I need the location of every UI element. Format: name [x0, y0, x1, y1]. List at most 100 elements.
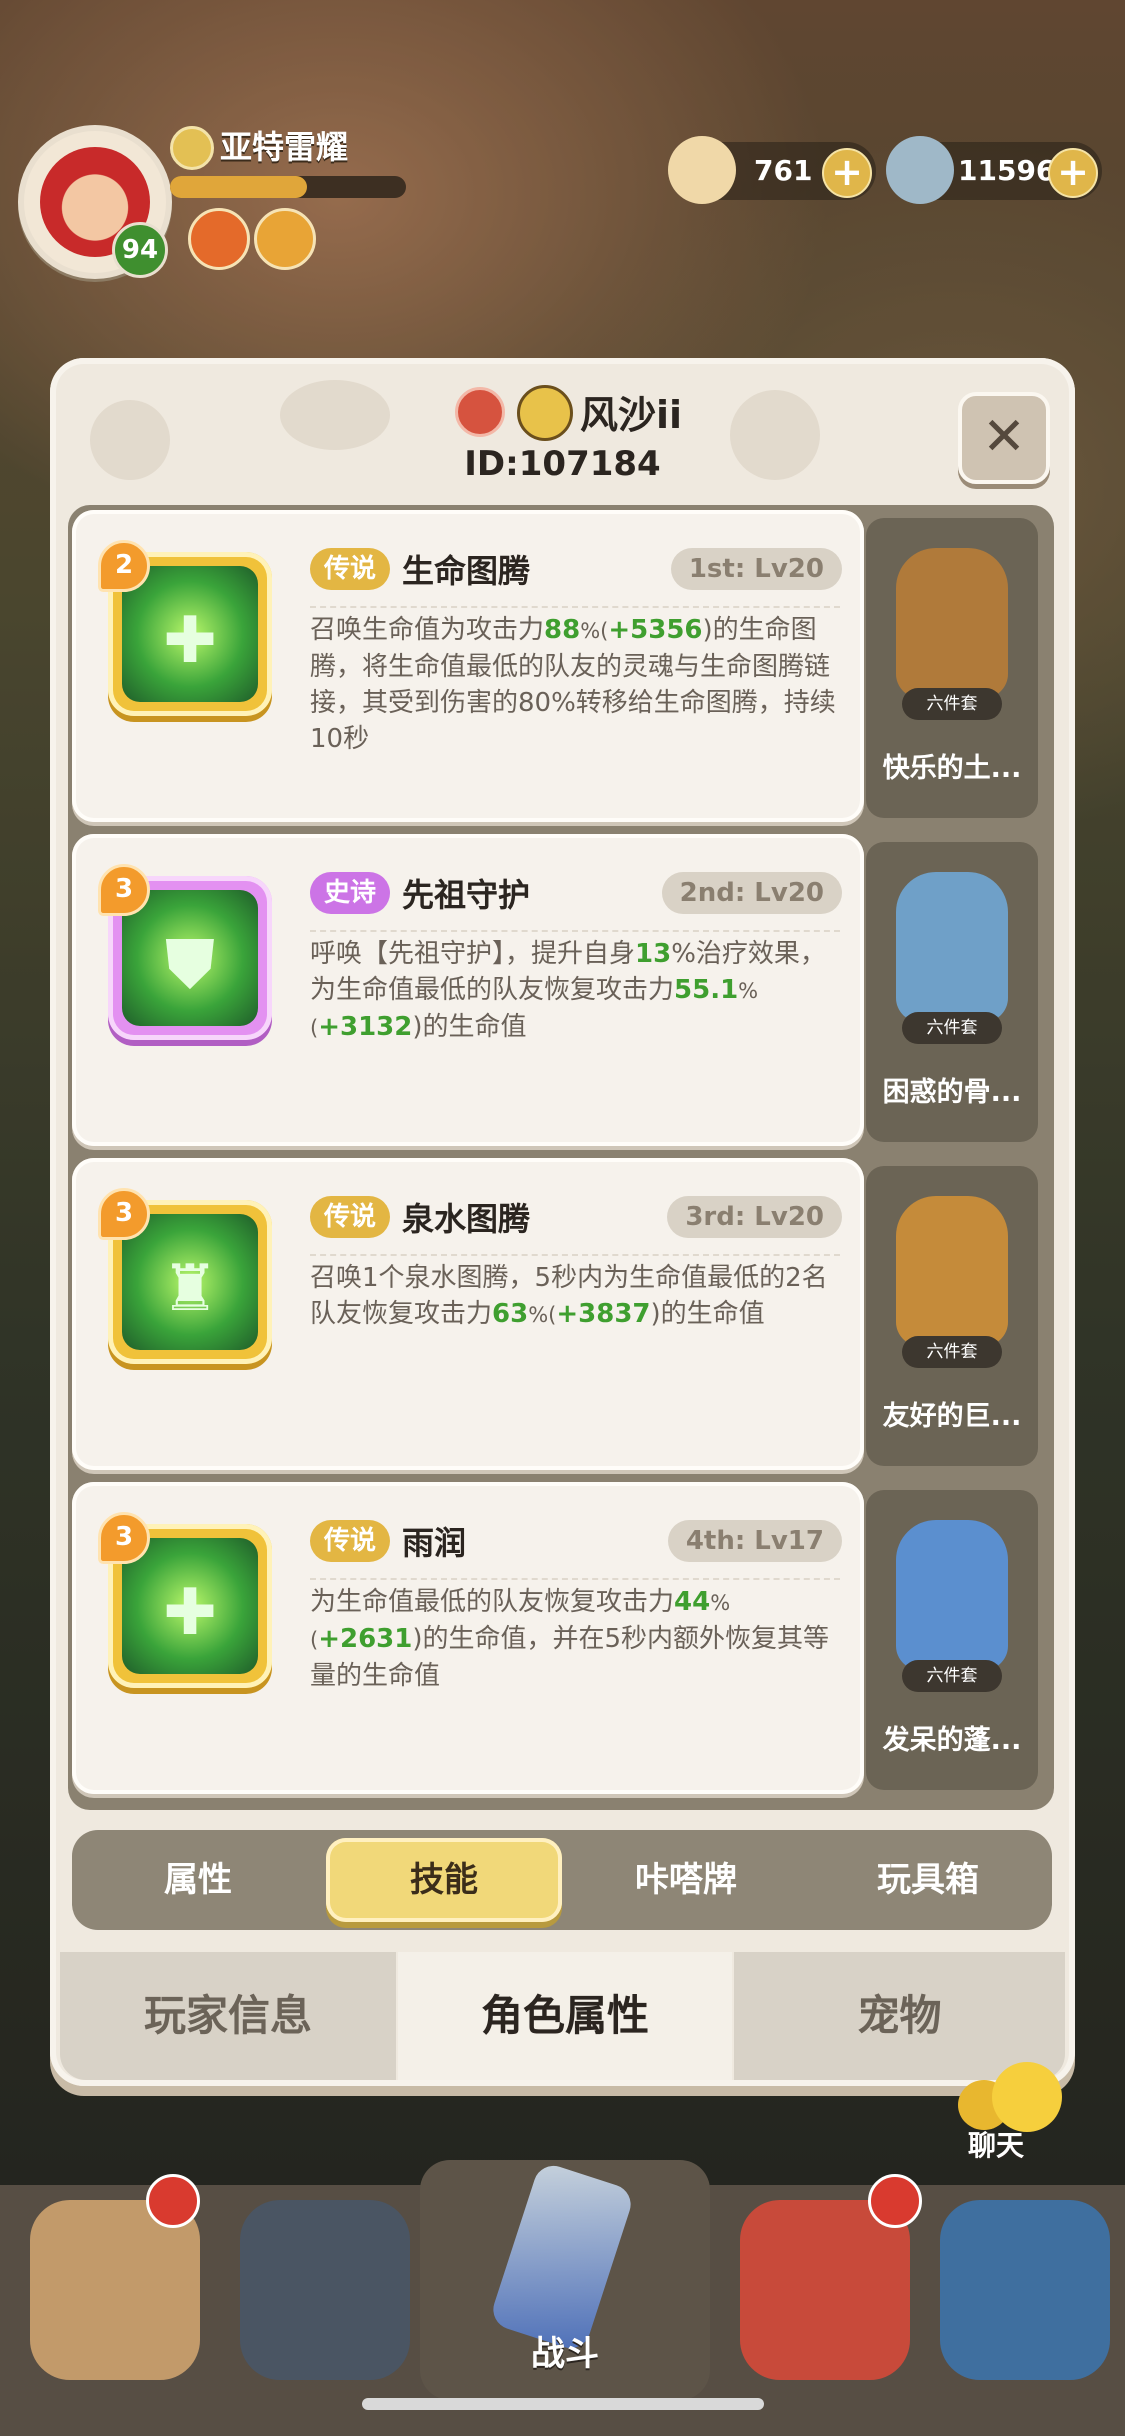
skill-description: 呼唤【先祖守护】，提升自身13%治疗效果，为生命值最低的队友恢复攻击力55.1%… [310, 930, 840, 1046]
panel-decoration [280, 380, 390, 450]
add-gems-button[interactable]: + [1048, 148, 1098, 198]
companion-set-badge: 六件套 [902, 1660, 1002, 1692]
notification-dot [146, 2174, 200, 2228]
companion-name: 友好的巨... [882, 1401, 1022, 1432]
skill-star-badge: 3 [98, 1512, 150, 1564]
skill-name: 泉水图腾 [402, 1200, 531, 1238]
skill-description-segment: %( [528, 1303, 557, 1327]
skill-description-segment: 为生命值最低的队友恢复攻击力 [310, 1587, 675, 1617]
rarity-tag: 传说 [310, 548, 391, 590]
coin-shell-icon [668, 136, 736, 204]
skill-card[interactable]: ✚ 3 传说 雨润 4th: Lv17 为生命值最低的队友恢复攻击力44%(+2631)的… [72, 1482, 864, 1794]
resource-gems: 115960 + [886, 136, 1102, 204]
title-icon [170, 126, 214, 170]
notification-dot [868, 2174, 922, 2228]
resource-coins: 761 + [668, 136, 876, 204]
add-coins-button[interactable]: + [822, 148, 872, 198]
skill-description-segment: +3132 [318, 1012, 413, 1042]
nav-character-3[interactable] [740, 2200, 910, 2380]
player-level-badge: 94 [112, 222, 168, 278]
skill-star-badge: 2 [98, 540, 150, 592]
skill-description-segment: %( [580, 619, 609, 643]
chat-face-icon [992, 2062, 1062, 2132]
resource-coins-value: 761 [754, 154, 813, 187]
skill-star-badge: 3 [98, 1188, 150, 1240]
skill-card[interactable]: ⛊ 3 史诗 先祖守护 2nd: Lv20 呼唤【先祖守护】，提升自身13%治疗效果，为生… [72, 834, 864, 1146]
skill-art: ♜ [122, 1214, 258, 1350]
companion-name: 困惑的骨... [882, 1077, 1022, 1108]
xp-bar [170, 176, 406, 198]
tab-cards[interactable]: 咔嗒牌 [568, 1838, 804, 1922]
companion-set-badge: 六件套 [902, 1336, 1002, 1368]
skill-description-segment: +3837 [556, 1299, 651, 1329]
skill-slot-level: 3rd: Lv20 [667, 1196, 842, 1238]
skill-star-badge: 3 [98, 864, 150, 916]
skill-description-segment: +2631 [318, 1624, 413, 1654]
chat-label: 聊天 [968, 2129, 1025, 2162]
companion-figure-icon [896, 1520, 1008, 1670]
tab-player-info[interactable]: 玩家信息 [60, 1952, 396, 2080]
companion-figure-icon [896, 872, 1008, 1022]
buff-icon[interactable] [254, 208, 316, 270]
skill-description-segment: 63 [492, 1299, 529, 1329]
player-name: 亚特雷耀 [220, 128, 349, 166]
sword-icon [488, 2160, 636, 2354]
buff-icon[interactable] [188, 208, 250, 270]
tab-attributes[interactable]: 属性 [80, 1838, 316, 1922]
tab-toybox[interactable]: 玩具箱 [810, 1838, 1046, 1922]
gender-icon [455, 387, 505, 437]
home-indicator [362, 2398, 764, 2410]
skill-description-segment: 13 [635, 939, 672, 969]
skill-glyph-icon: ⛊ [166, 928, 214, 1002]
companion-set-badge: 六件套 [902, 688, 1002, 720]
rarity-tag: 史诗 [310, 872, 391, 914]
gem-stone-icon [886, 136, 954, 204]
skill-glyph-icon: ♜ [161, 1252, 219, 1326]
skill-description-segment: +5356 [608, 615, 703, 645]
nav-battle-label: 战斗 [531, 2334, 599, 2374]
companion-figure-icon [896, 1196, 1008, 1346]
skill-description: 召唤生命值为攻击力88%(+5356)的生命图腾，将生命值最低的队友的灵魂与生命… [310, 606, 840, 757]
tab-skills[interactable]: 技能 [326, 1838, 562, 1922]
companion-name: 快乐的土... [882, 753, 1022, 784]
tab-pets[interactable]: 宠物 [734, 1952, 1065, 2080]
skill-description-segment: 55.1 [674, 975, 739, 1005]
skill-name: 先祖守护 [402, 876, 531, 914]
tab-character-attributes[interactable]: 角色属性 [398, 1952, 732, 2080]
skill-description: 为生命值最低的队友恢复攻击力44%(+2631)的生命值，并在5秒内额外恢复其等… [310, 1578, 840, 1694]
sub-tab-bar: 属性 技能 咔嗒牌 玩具箱 [72, 1830, 1052, 1930]
xp-bar-fill [170, 176, 307, 198]
panel-player-name: 风沙ii [580, 393, 683, 437]
nav-shop[interactable] [940, 2200, 1110, 2380]
skill-description-segment: 44 [674, 1587, 711, 1617]
skill-glyph-icon: ✚ [163, 1576, 217, 1650]
rank-icon [517, 385, 573, 441]
rarity-tag: 传说 [310, 1520, 391, 1562]
skill-art: ✚ [122, 1538, 258, 1674]
panel-player-id: ID:107184 [464, 444, 661, 484]
skill-glyph-icon: ✚ [163, 604, 217, 678]
skill-slot-level: 1st: Lv20 [670, 548, 842, 590]
chat-button[interactable]: 聊天 [958, 2062, 1064, 2162]
companion-name: 发呆的蓬... [882, 1725, 1022, 1756]
companion-slot[interactable]: 六件套快乐的土... [866, 518, 1038, 818]
skill-card[interactable]: ✚ 2 传说 生命图腾 1st: Lv20 召唤生命值为攻击力88%(+5356)的生命图… [72, 510, 864, 822]
skill-slot-level: 2nd: Lv20 [661, 872, 842, 914]
nav-character-2[interactable] [240, 2200, 410, 2380]
skill-description-segment: )的生命值 [412, 1012, 527, 1042]
skill-card[interactable]: ♜ 3 传说 泉水图腾 3rd: Lv20 召唤1个泉水图腾，5秒内为生命值最低的2名队友… [72, 1158, 864, 1470]
skill-slot-level: 4th: Lv17 [667, 1520, 842, 1562]
companion-slot[interactable]: 六件套友好的巨... [866, 1166, 1038, 1466]
skill-description-segment: )的生命值 [650, 1299, 765, 1329]
close-button[interactable]: ✕ [958, 392, 1050, 484]
nav-battle-button[interactable]: 战斗 [420, 2160, 710, 2400]
companion-slot[interactable]: 六件套发呆的蓬... [866, 1490, 1038, 1790]
skill-art: ✚ [122, 566, 258, 702]
companion-slot[interactable]: 六件套 困惑的骨... [866, 842, 1038, 1142]
rarity-tag: 传说 [310, 1196, 391, 1238]
skill-description-segment: 召唤生命值为攻击力 [310, 615, 545, 645]
skill-name: 雨润 [402, 1524, 467, 1562]
skill-art: ⛊ [122, 890, 258, 1026]
skill-name: 生命图腾 [402, 552, 531, 590]
skill-description: 召唤1个泉水图腾，5秒内为生命值最低的2名队友恢复攻击力63%(+3837)的生… [310, 1254, 840, 1333]
